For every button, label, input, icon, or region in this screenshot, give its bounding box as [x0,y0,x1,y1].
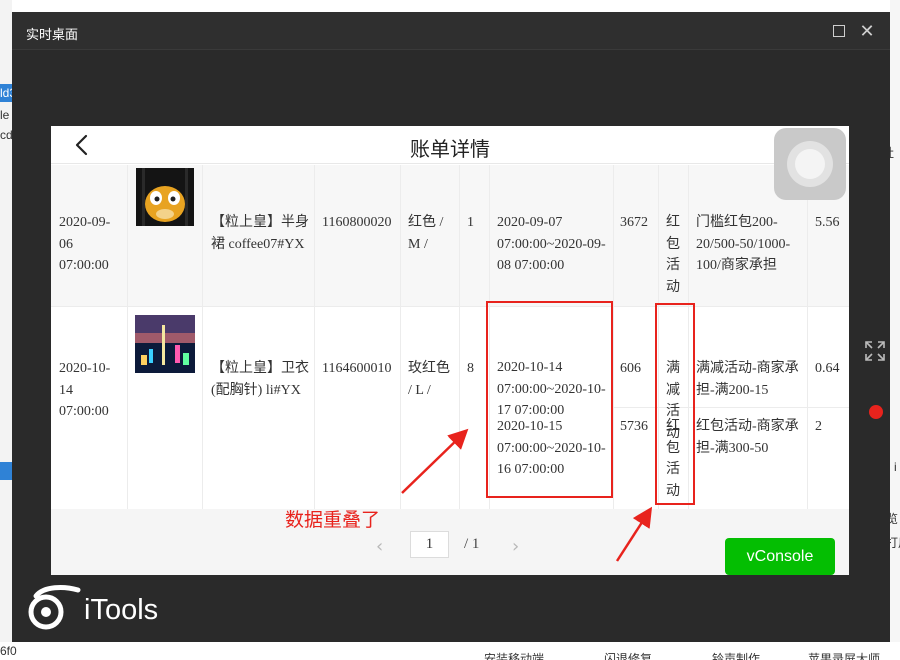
record-icon[interactable] [869,405,883,419]
annotation-label: 数据重叠了 [285,509,381,531]
annotation-arrows [401,428,653,562]
brand-name: iTools [84,594,159,626]
expand-icon[interactable] [864,340,886,362]
